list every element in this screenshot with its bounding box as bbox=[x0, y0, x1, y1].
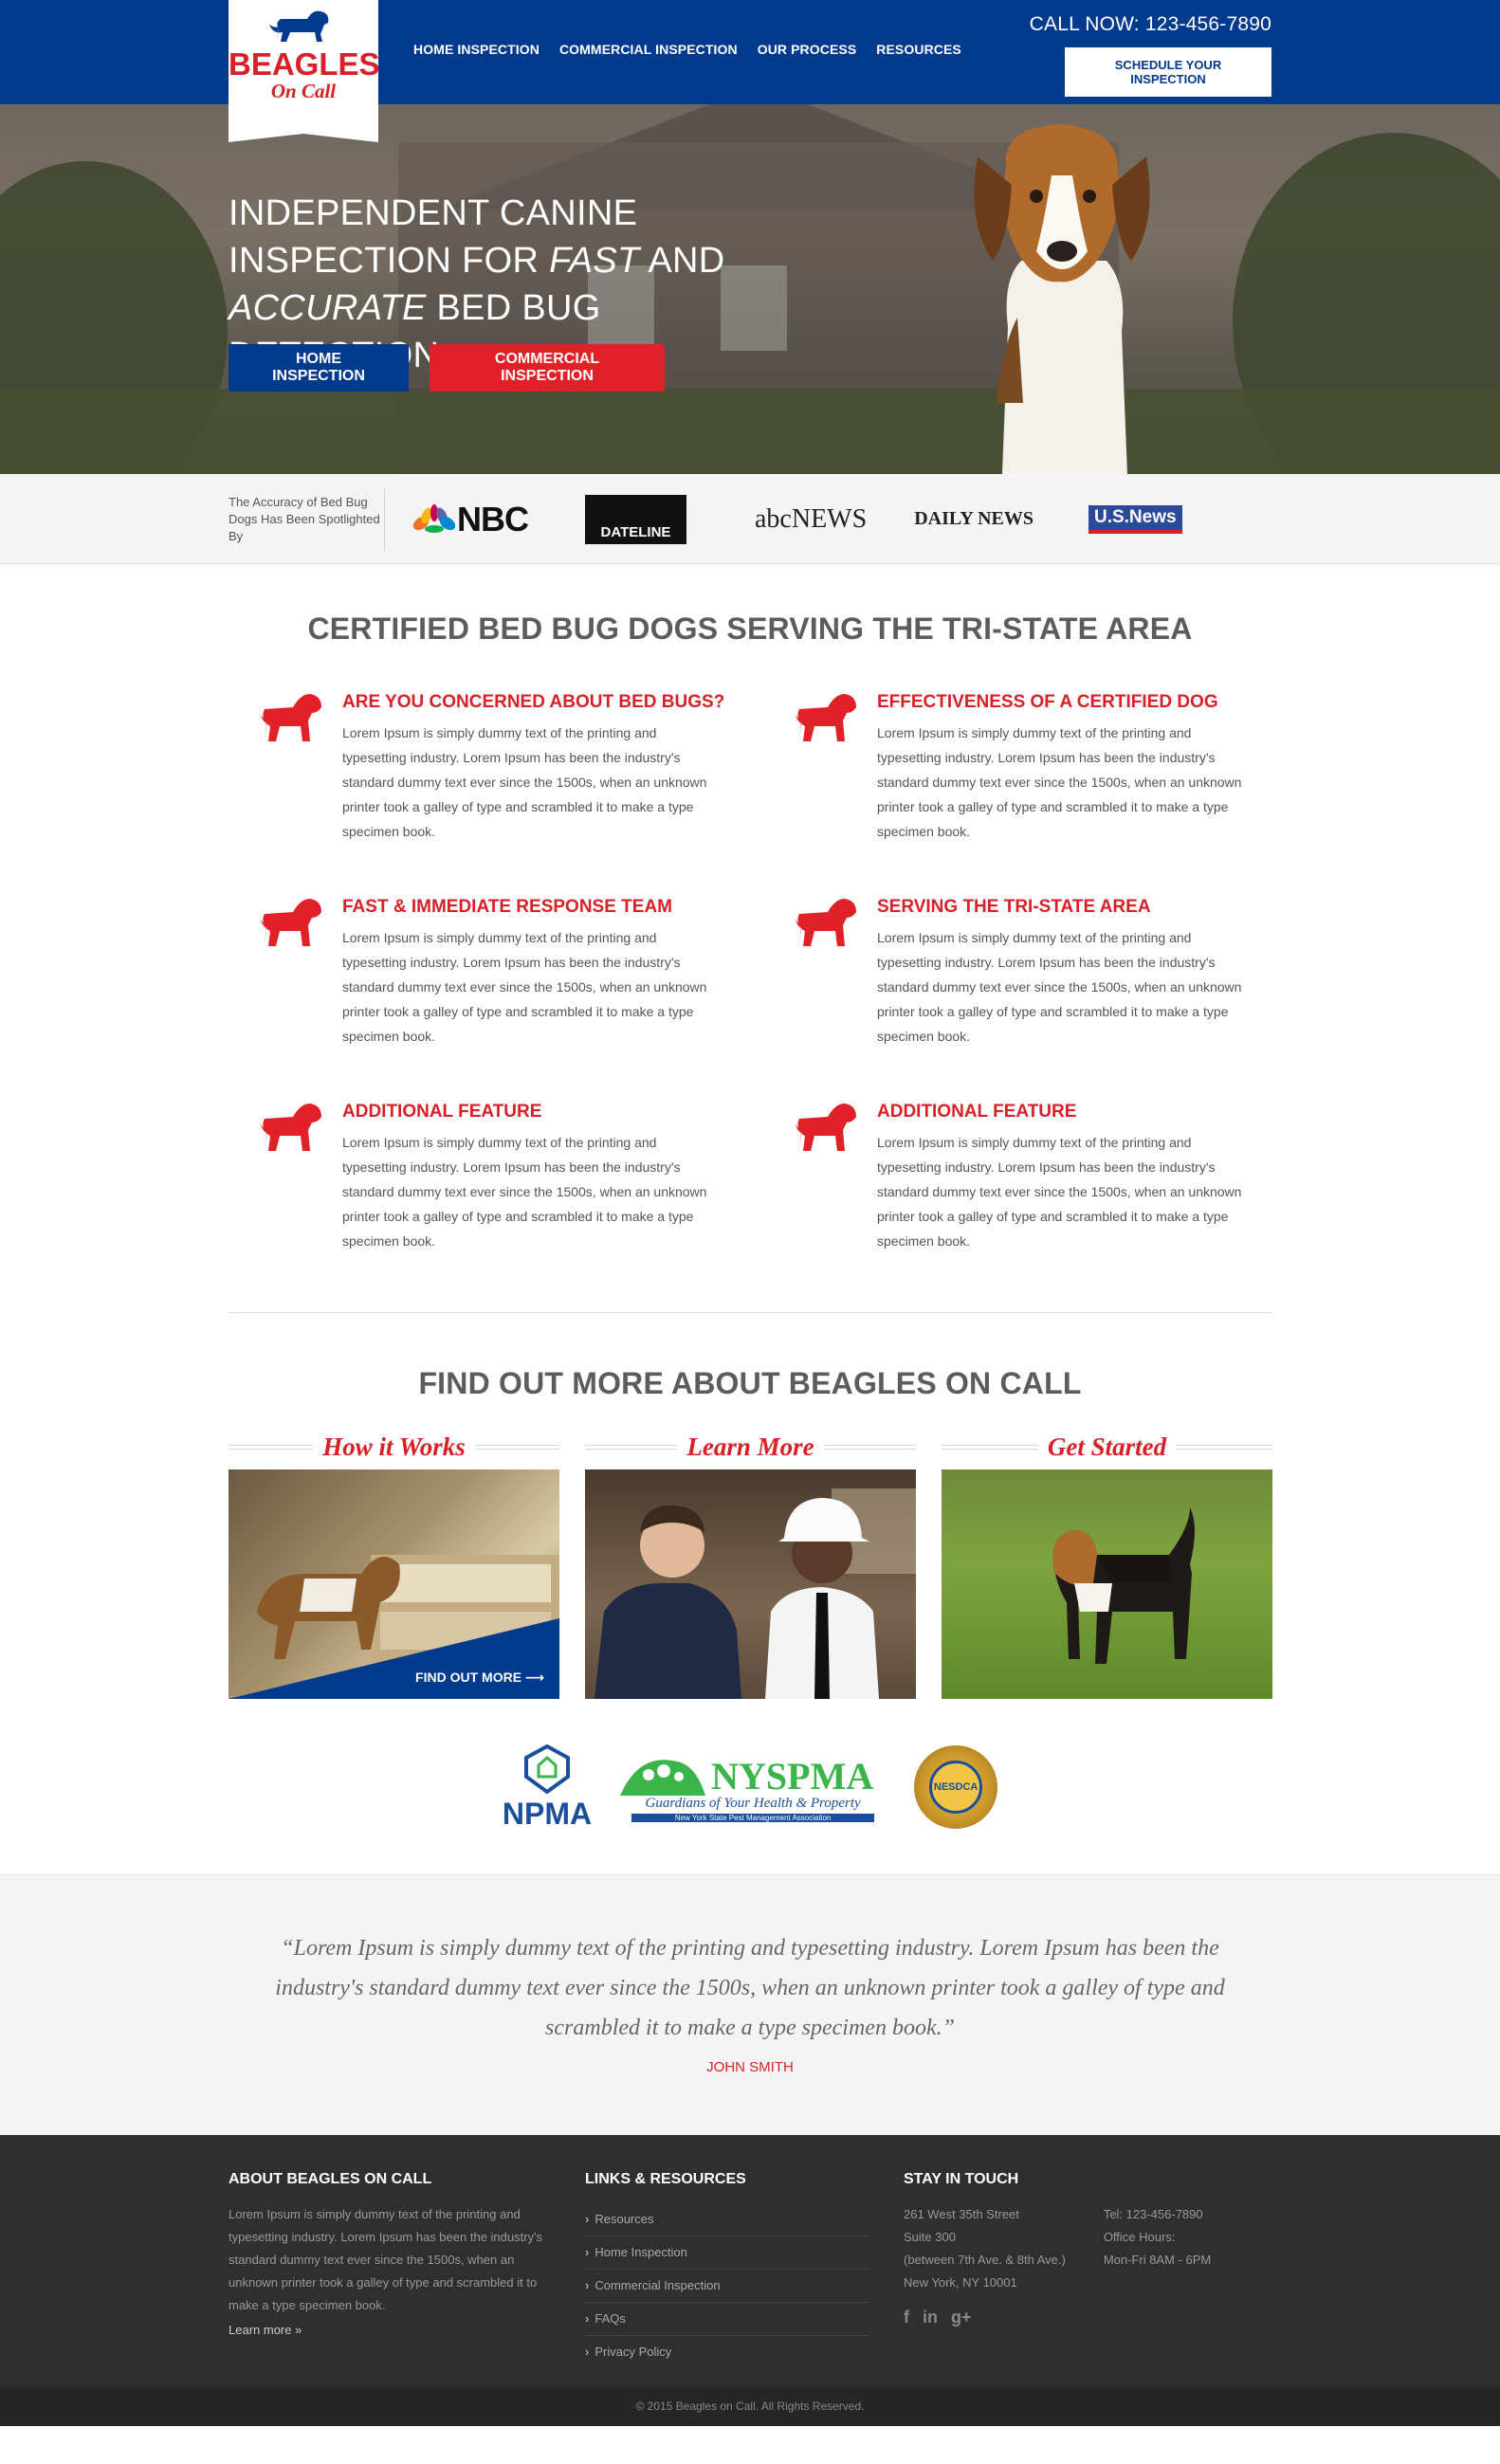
nbc-logo: NBC bbox=[412, 500, 529, 539]
footer-links-title: LINKS & RESOURCES bbox=[585, 2171, 746, 2187]
beagle-photo bbox=[974, 124, 1150, 474]
nav-home-inspection[interactable]: HOME INSPECTION bbox=[413, 42, 540, 57]
beagle-logo-icon bbox=[269, 10, 329, 42]
footer-link-commercial-inspection[interactable]: Commercial Inspection bbox=[585, 2270, 869, 2303]
feature-title: FAST & IMMEDIATE RESPONSE TEAM bbox=[342, 897, 673, 917]
testimonial-quote: “Lorem Ipsum is simply dummy text of the… bbox=[275, 1936, 1225, 2040]
footer-link-resources[interactable]: Resources bbox=[585, 2203, 869, 2236]
card-learn-more[interactable]: Learn More bbox=[585, 1430, 916, 1699]
daily-news-logo: DAILY NEWS bbox=[914, 508, 1034, 529]
card-image-beagle-grass bbox=[942, 1469, 1272, 1699]
logo-text: BEAGLES bbox=[229, 46, 380, 82]
feature-title: EFFECTIVENESS OF A CERTIFIED DOG bbox=[877, 692, 1218, 712]
copyright-text: © 2015 Beagles on Call. All Rights Reser… bbox=[635, 2400, 865, 2413]
commercial-inspection-button[interactable]: COMMERCIAL INSPECTION bbox=[430, 344, 665, 392]
features-section: CERTIFIED BED BUG DOGS SERVING THE TRI-S… bbox=[229, 564, 1271, 1313]
association-logos: NPMA NYSPMA Guardians of Your Health & P… bbox=[229, 1743, 1271, 1829]
linkedin-icon[interactable]: in bbox=[923, 2308, 938, 2327]
cards-row: How it Works FIND OUT MORE ⟶ Learn More bbox=[229, 1430, 1272, 1699]
footer-phone[interactable]: Tel: 123-456-7890 bbox=[1104, 2203, 1211, 2226]
dateline-logo: DATELINE bbox=[585, 494, 686, 544]
schedule-inspection-button[interactable]: SCHEDULE YOUR INSPECTION bbox=[1065, 47, 1271, 97]
social-links: f in g+ bbox=[904, 2308, 1211, 2327]
facebook-icon[interactable]: f bbox=[904, 2308, 909, 2327]
feature-text: Lorem Ipsum is simply dummy text of the … bbox=[877, 930, 1242, 1044]
footer-link-privacy-policy[interactable]: Privacy Policy bbox=[585, 2336, 869, 2368]
footer-touch-title: STAY IN TOUCH bbox=[904, 2171, 1019, 2187]
home-inspection-button[interactable]: HOME INSPECTION bbox=[229, 344, 409, 392]
feature-item: SERVING THE TRI-STATE AREA Lorem Ipsum is… bbox=[794, 897, 1271, 1049]
testimonial-author: JOHN SMITH bbox=[706, 2059, 794, 2075]
card-image-inspectors bbox=[585, 1469, 916, 1699]
footer-hours: Tel: 123-456-7890 Office Hours: Mon-Fri … bbox=[1104, 2203, 1211, 2294]
feature-title: ADDITIONAL FEATURE bbox=[342, 1102, 542, 1122]
google-plus-icon[interactable]: g+ bbox=[951, 2308, 972, 2327]
feature-item: ADDITIONAL FEATURE Lorem Ipsum is simply … bbox=[259, 1102, 737, 1253]
footer-about: ABOUT BEAGLES ON CALL Lorem Ipsum is sim… bbox=[229, 2171, 557, 2368]
press-caption: The Accuracy of Bed Bug Dogs Has Been Sp… bbox=[229, 486, 385, 552]
feature-text: Lorem Ipsum is simply dummy text of the … bbox=[342, 930, 707, 1044]
footer-link-faqs[interactable]: FAQs bbox=[585, 2303, 869, 2336]
call-now-phone[interactable]: CALL NOW: 123-456-7890 bbox=[1030, 13, 1271, 36]
beagle-icon bbox=[261, 1104, 321, 1151]
site-logo[interactable]: BEAGLES On Call bbox=[229, 0, 378, 142]
feature-item: EFFECTIVENESS OF A CERTIFIED DOG Lorem Ip… bbox=[794, 692, 1271, 844]
card-title: How it Works bbox=[322, 1432, 466, 1461]
peacock-icon bbox=[412, 503, 456, 533]
feature-title: ARE YOU CONCERNED ABOUT BED BUGS? bbox=[342, 692, 725, 712]
footer-learn-more-link[interactable]: Learn more » bbox=[229, 2323, 302, 2337]
footer-link-home-inspection[interactable]: Home Inspection bbox=[585, 2236, 869, 2270]
nesdca-seal: NESDCA bbox=[914, 1744, 998, 1829]
hero-banner: INDEPENDENT CANINE INSPECTION FOR FAST A… bbox=[0, 104, 1500, 474]
card-get-started[interactable]: Get Started bbox=[942, 1430, 1272, 1699]
feature-text: Lorem Ipsum is simply dummy text of the … bbox=[877, 725, 1242, 839]
feature-item: ADDITIONAL FEATURE Lorem Ipsum is simply … bbox=[794, 1102, 1271, 1253]
footer-about-title: ABOUT BEAGLES ON CALL bbox=[229, 2171, 432, 2187]
feature-text: Lorem Ipsum is simply dummy text of the … bbox=[342, 1135, 707, 1249]
feature-title: SERVING THE TRI-STATE AREA bbox=[877, 897, 1151, 917]
card-image-file-cabinet: FIND OUT MORE ⟶ bbox=[229, 1469, 559, 1699]
feature-item: ARE YOU CONCERNED ABOUT BED BUGS? Lorem I… bbox=[259, 692, 737, 844]
feature-text: Lorem Ipsum is simply dummy text of the … bbox=[877, 1135, 1242, 1249]
beagle-icon bbox=[796, 694, 856, 741]
main-nav: HOME INSPECTION COMMERCIAL INSPECTION OU… bbox=[413, 42, 961, 57]
abc-news-logo: abcNEWS bbox=[755, 503, 868, 534]
card-title: Learn More bbox=[686, 1432, 814, 1461]
feature-text: Lorem Ipsum is simply dummy text of the … bbox=[342, 725, 707, 839]
us-news-logo: U.S.News bbox=[1088, 504, 1182, 534]
copyright-bar: © 2015 Beagles on Call. All Rights Reser… bbox=[0, 2387, 1500, 2426]
footer-address: 261 West 35th Street Suite 300 (between … bbox=[904, 2207, 1066, 2290]
beagle-icon bbox=[796, 1104, 856, 1151]
nav-resources[interactable]: RESOURCES bbox=[876, 42, 961, 57]
features-title: CERTIFIED BED BUG DOGS SERVING THE TRI-S… bbox=[307, 611, 1193, 646]
site-header: BEAGLES On Call HOME INSPECTION COMMERCI… bbox=[0, 0, 1500, 142]
npma-logo: NPMA bbox=[503, 1743, 592, 1829]
card-title: Get Started bbox=[1047, 1432, 1167, 1461]
nav-our-process[interactable]: OUR PROCESS bbox=[758, 42, 857, 57]
footer-links: LINKS & RESOURCES Resources Home Inspect… bbox=[585, 2171, 869, 2368]
testimonial-section: “Lorem Ipsum is simply dummy text of the… bbox=[0, 1874, 1500, 2135]
beagle-icon bbox=[261, 899, 321, 946]
nyspma-family-icon bbox=[620, 1759, 706, 1796]
site-footer: ABOUT BEAGLES ON CALL Lorem Ipsum is sim… bbox=[0, 2135, 1500, 2387]
footer-about-text: Lorem Ipsum is simply dummy text of the … bbox=[229, 2207, 543, 2312]
features-grid: ARE YOU CONCERNED ABOUT BED BUGS? Lorem I… bbox=[259, 692, 1271, 1253]
feature-title: ADDITIONAL FEATURE bbox=[877, 1102, 1077, 1122]
npma-shield-icon bbox=[524, 1743, 570, 1795]
feature-item: FAST & IMMEDIATE RESPONSE TEAM Lorem Ipsu… bbox=[259, 897, 737, 1049]
find-more-section: FIND OUT MORE ABOUT BEAGLES ON CALL How … bbox=[229, 1313, 1272, 1829]
beagle-icon bbox=[261, 694, 321, 741]
footer-contact: STAY IN TOUCH 261 West 35th Street Suite… bbox=[904, 2171, 1211, 2368]
nav-commercial-inspection[interactable]: COMMERCIAL INSPECTION bbox=[559, 42, 738, 57]
beagle-icon bbox=[796, 899, 856, 946]
card-how-it-works[interactable]: How it Works FIND OUT MORE ⟶ bbox=[229, 1430, 560, 1699]
logo-tagline: On Call bbox=[270, 80, 337, 102]
press-bar: The Accuracy of Bed Bug Dogs Has Been Sp… bbox=[0, 474, 1500, 564]
find-more-title: FIND OUT MORE ABOUT BEAGLES ON CALL bbox=[418, 1366, 1082, 1400]
nyspma-logo: NYSPMA Guardians of Your Health & Proper… bbox=[620, 1752, 886, 1822]
